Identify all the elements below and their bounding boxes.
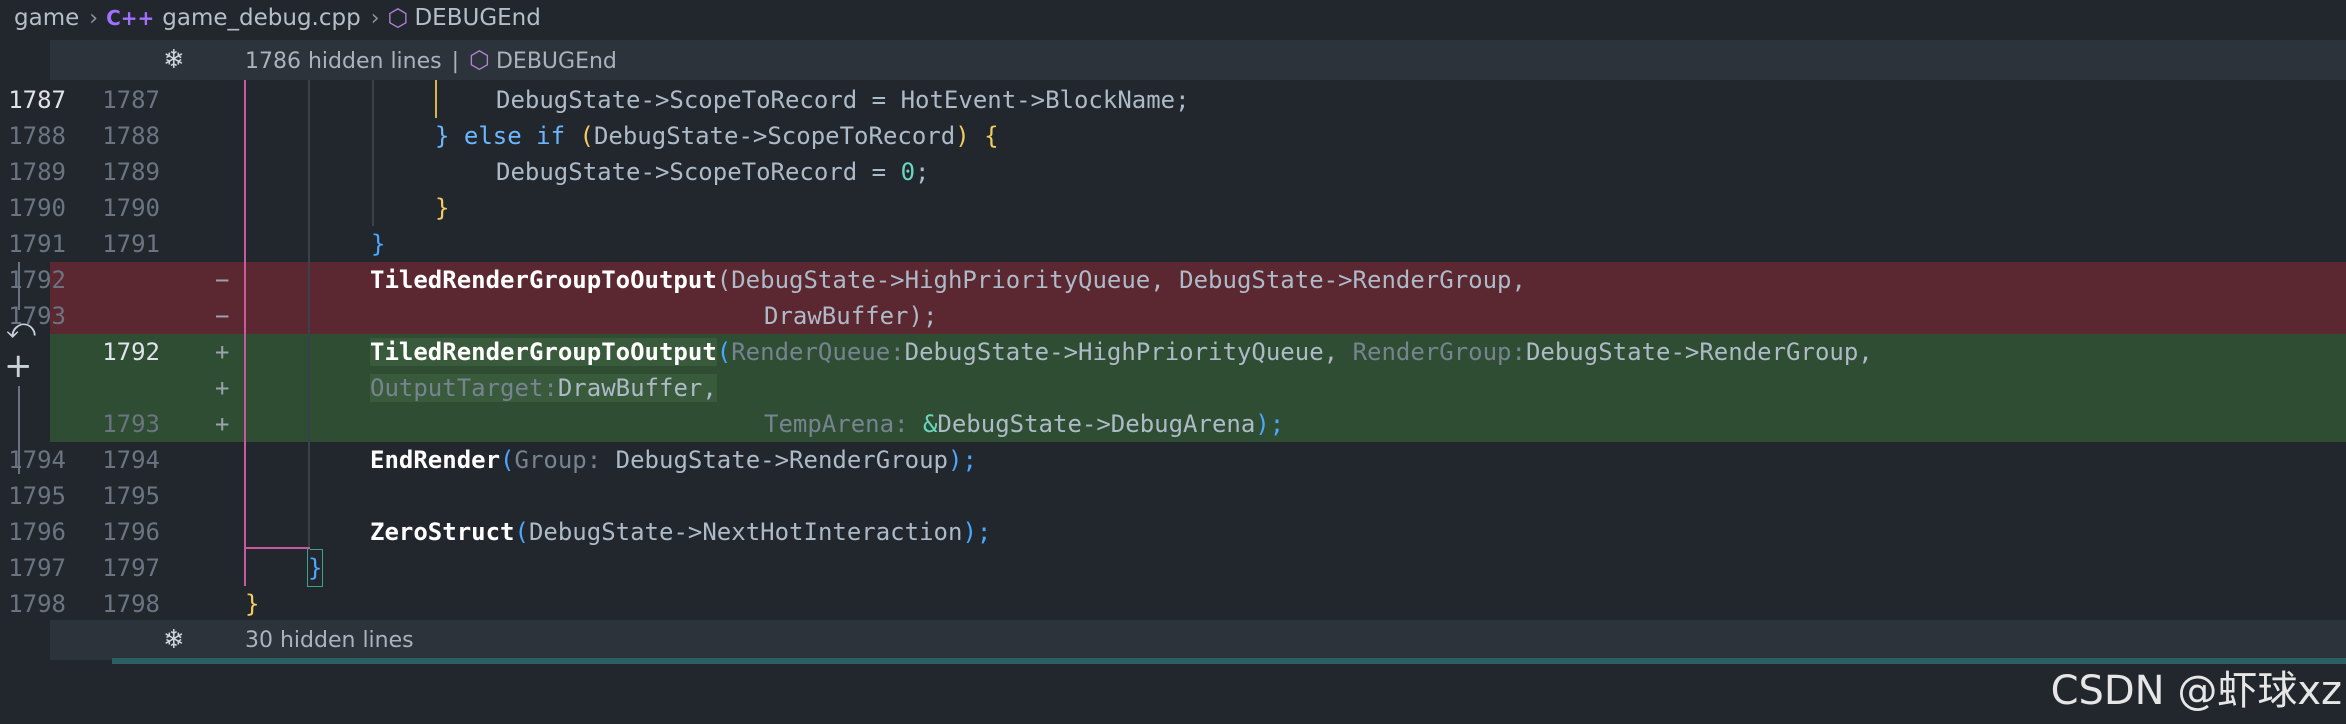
- symbol-method-icon: ⬡: [387, 4, 409, 32]
- code-text: TiledRenderGroupToOutput(DebugState->Hig…: [370, 266, 1526, 294]
- breadcrumb-item-folder[interactable]: game: [14, 5, 79, 31]
- new-line-number: 1792: [102, 338, 160, 366]
- new-line-number: 1795: [102, 482, 160, 510]
- added-line[interactable]: + OutputTarget:DrawBuffer,: [50, 370, 2346, 406]
- new-line-number: 1797: [102, 554, 160, 582]
- code-line[interactable]: 1795 1795: [8, 478, 2346, 514]
- deleted-line[interactable]: 1792 − TiledRenderGroupToOutput(DebugSta…: [8, 262, 2346, 298]
- cpp-file-icon: C++: [106, 6, 155, 30]
- code-text: DebugState->ScopeToRecord = 0;: [496, 158, 930, 186]
- indent-guide: [372, 80, 374, 226]
- symbol-method-icon: ⬡: [469, 46, 490, 74]
- code-line[interactable]: 1787 1787 DebugState->ScopeToRecord = Ho…: [8, 82, 2346, 118]
- hidden-lines-label: 1786 hidden lines: [245, 49, 442, 74]
- addition-marker: +: [215, 374, 230, 402]
- old-line-number: 1790: [8, 194, 66, 222]
- scope-guide: [435, 80, 437, 118]
- new-line-number: 1787: [102, 86, 160, 114]
- addition-marker: +: [215, 338, 230, 366]
- code-text: EndRender(Group: DebugState->RenderGroup…: [370, 446, 977, 474]
- code-line[interactable]: 1791 1791 }: [8, 226, 2346, 262]
- code-line[interactable]: 1789 1789 DebugState->ScopeToRecord = 0;: [8, 154, 2346, 190]
- code-line[interactable]: 1794 1794 EndRender(Group: DebugState->R…: [8, 442, 2346, 478]
- new-line-number: 1793: [102, 410, 160, 438]
- new-line-number: 1794: [102, 446, 160, 474]
- new-line-number: 1788: [102, 122, 160, 150]
- old-line-number: 1788: [8, 122, 66, 150]
- old-line-number: 1793: [8, 302, 66, 330]
- fold-symbol-label[interactable]: DEBUGEnd: [496, 49, 617, 74]
- code-line[interactable]: 1788 1788 } else if (DebugState->ScopeTo…: [8, 118, 2346, 154]
- hidden-lines-fold-bottom[interactable]: ❄ 30 hidden lines: [50, 620, 2346, 660]
- code-text: } else if (DebugState->ScopeToRecord) {: [435, 122, 999, 150]
- matched-bracket: }: [306, 549, 324, 587]
- added-line[interactable]: 1792 + TiledRenderGroupToOutput(RenderQu…: [50, 334, 2346, 370]
- old-line-number: 1789: [8, 158, 66, 186]
- code-line[interactable]: 1798 1798 }: [8, 586, 2346, 622]
- deletion-marker: −: [215, 302, 230, 330]
- code-text: OutputTarget:DrawBuffer,: [370, 374, 717, 402]
- scope-guide-end: [244, 547, 310, 549]
- code-line[interactable]: 1790 1790 }: [8, 190, 2346, 226]
- chevron-right-icon: ›: [370, 5, 380, 31]
- old-line-number: 1795: [8, 482, 66, 510]
- old-line-number: 1798: [8, 590, 66, 618]
- old-line-number: 1796: [8, 518, 66, 546]
- new-line-number: 1790: [102, 194, 160, 222]
- expand-fold-icon[interactable]: ❄: [163, 625, 185, 655]
- breadcrumb-item-file[interactable]: game_debug.cpp: [162, 5, 360, 31]
- breadcrumb-item-symbol[interactable]: DEBUGEnd: [414, 5, 540, 31]
- code-text: }: [371, 230, 386, 258]
- plus-icon[interactable]: +: [4, 346, 33, 386]
- code-line[interactable]: 1797 1797 }: [8, 549, 2346, 587]
- expand-fold-icon[interactable]: ❄: [163, 45, 185, 75]
- old-line-number: 1787: [8, 86, 66, 114]
- old-line-number: 1792: [8, 266, 66, 294]
- code-text: TempArena: &DebugState->DebugArena);: [764, 410, 1285, 438]
- new-line-number: 1798: [102, 590, 160, 618]
- old-line-number: 1791: [8, 230, 66, 258]
- added-line[interactable]: 1793 + TempArena: &DebugState->DebugAren…: [50, 406, 2346, 442]
- new-line-number: 1796: [102, 518, 160, 546]
- code-line[interactable]: 1796 1796 ZeroStruct(DebugState->NextHot…: [8, 514, 2346, 550]
- scope-guide: [244, 80, 246, 586]
- code-text: ZeroStruct(DebugState->NextHotInteractio…: [370, 518, 992, 546]
- new-line-number: 1789: [102, 158, 160, 186]
- indent-guide: [308, 80, 310, 550]
- code-text: }: [245, 590, 260, 618]
- horizontal-scrollbar[interactable]: [112, 658, 2346, 664]
- old-line-number: 1797: [8, 554, 66, 582]
- code-text: }: [435, 194, 450, 222]
- deleted-line[interactable]: 1793 − DrawBuffer);: [8, 298, 2346, 334]
- deletion-marker: −: [215, 266, 230, 294]
- code-text: TiledRenderGroupToOutput(RenderQueue:Deb…: [370, 338, 1873, 366]
- code-text: DebugState->ScopeToRecord = HotEvent->Bl…: [496, 86, 1190, 114]
- diff-editor-window: game › C++ game_debug.cpp › ⬡ DEBUGEnd ⤺…: [0, 0, 2346, 724]
- addition-marker: +: [215, 410, 230, 438]
- breadcrumb: game › C++ game_debug.cpp › ⬡ DEBUGEnd: [0, 0, 2346, 36]
- watermark: CSDN @虾球xz: [2050, 668, 2342, 714]
- new-line-number: 1791: [102, 230, 160, 258]
- old-line-number: 1794: [8, 446, 66, 474]
- hidden-lines-label: 30 hidden lines: [245, 627, 414, 653]
- code-editor[interactable]: ❄ 1786 hidden lines | ⬡ DEBUGEnd 1787 1787 …: [8, 36, 2346, 724]
- code-text: DrawBuffer);: [764, 302, 938, 330]
- chevron-right-icon: ›: [89, 5, 99, 31]
- hidden-lines-fold-top[interactable]: ❄ 1786 hidden lines | ⬡ DEBUGEnd: [50, 40, 2346, 80]
